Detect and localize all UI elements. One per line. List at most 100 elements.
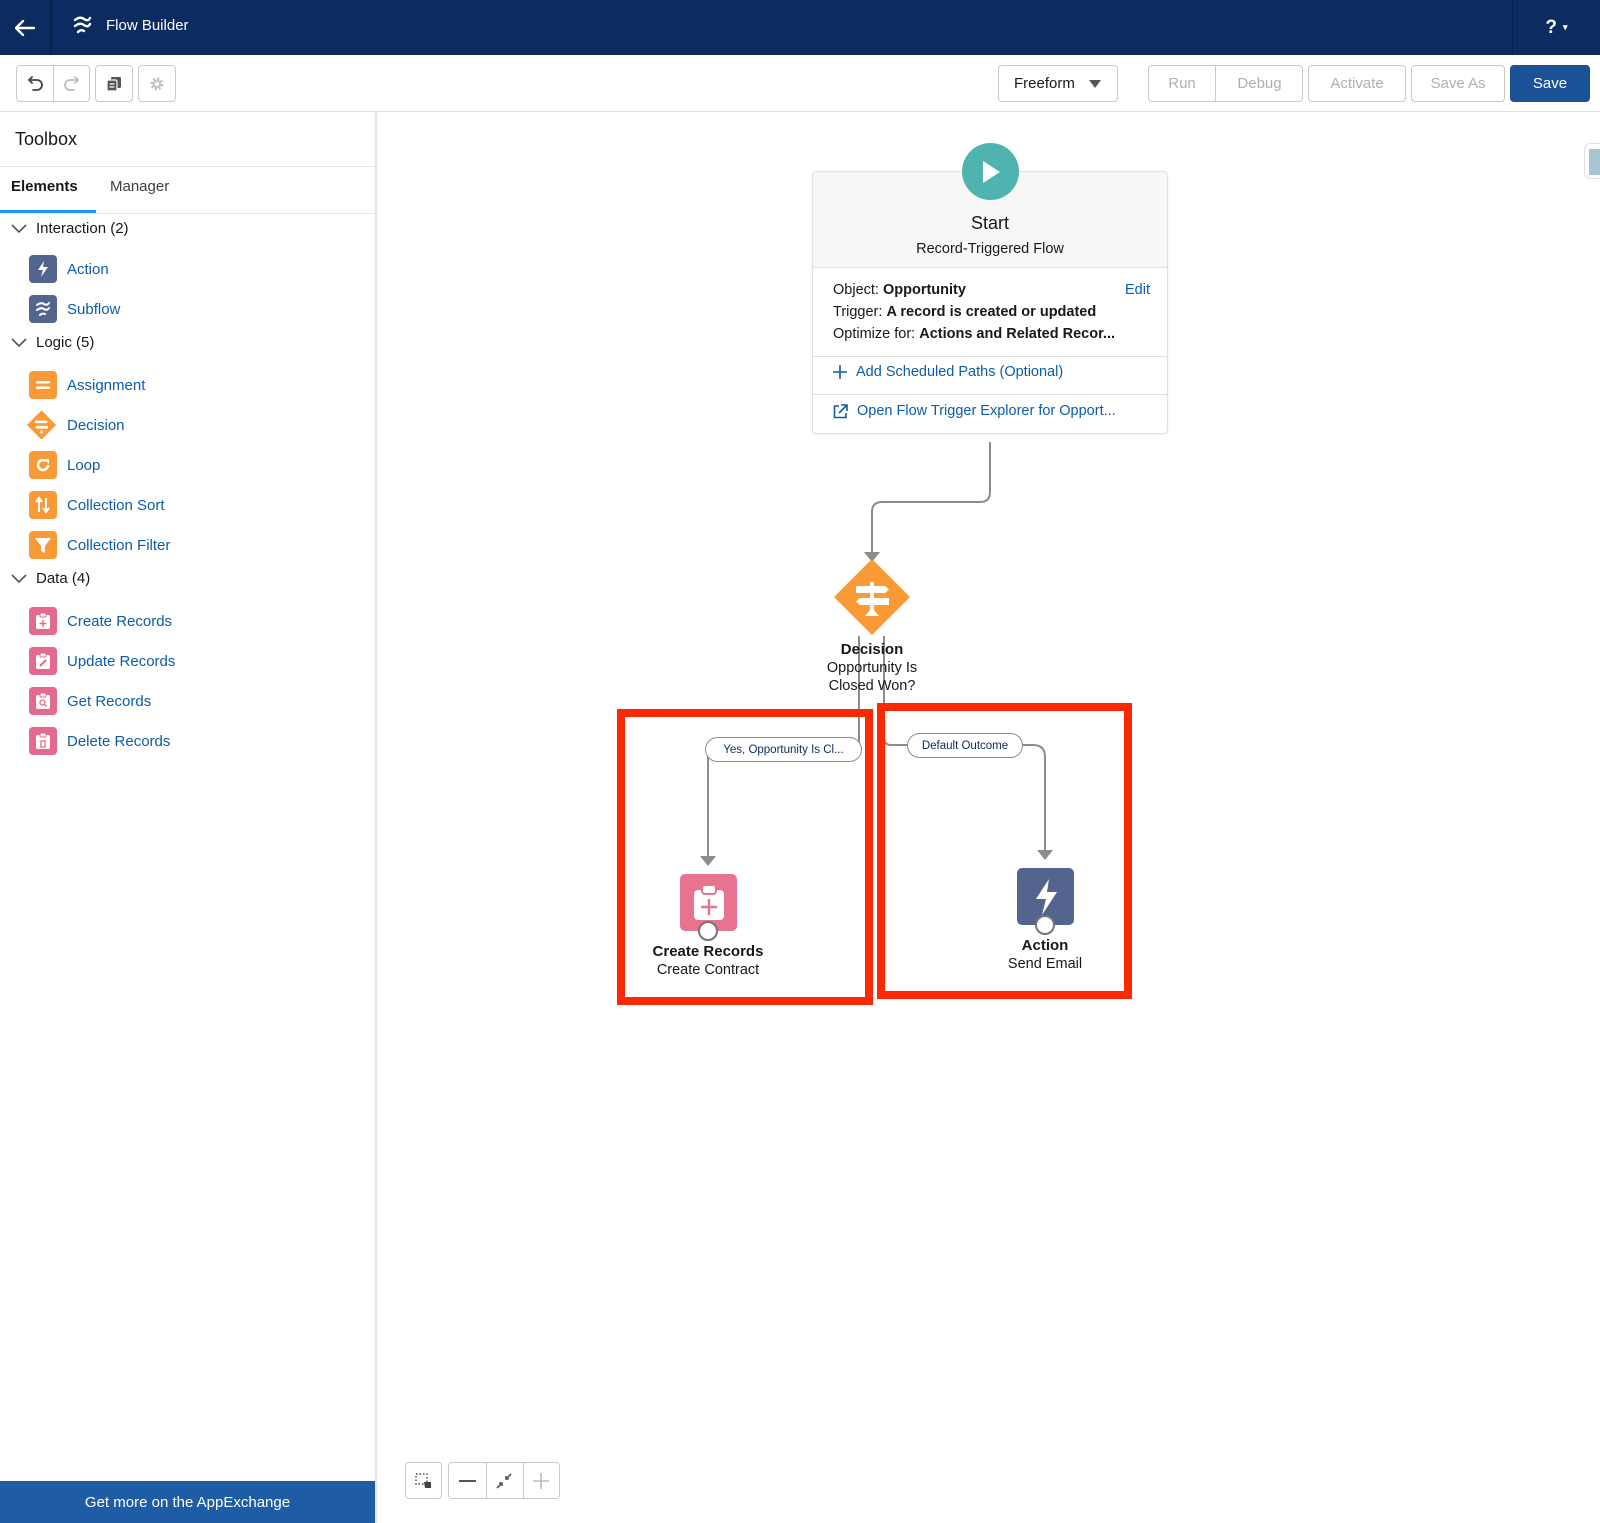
decision-node[interactable]	[833, 558, 911, 636]
layout-select[interactable]: Freeform	[998, 65, 1118, 102]
node-connector-handle[interactable]	[1035, 915, 1055, 935]
action-node-label: Action Send Email	[1007, 937, 1083, 972]
external-link-icon	[833, 403, 848, 418]
chevron-down-icon	[11, 337, 27, 347]
toolbox-item-update-records[interactable]: Update Records	[29, 647, 175, 675]
toolbox-panel: Toolbox Elements Manager Interaction (2)…	[0, 112, 377, 1523]
open-trigger-explorer-link[interactable]: Open Flow Trigger Explorer for Opport...	[833, 403, 1116, 419]
node-connector-handle[interactable]	[698, 921, 718, 941]
outcome-label-yes[interactable]: Yes, Opportunity Is Cl...	[705, 737, 862, 762]
signpost-icon	[26, 410, 57, 440]
divider	[0, 213, 375, 214]
copy-icon	[106, 76, 121, 92]
toolbox-title: Toolbox	[15, 129, 78, 149]
toolbox-item-label: Assignment	[67, 376, 146, 394]
save-button[interactable]: Save	[1510, 65, 1590, 102]
toolbox-item-create-records[interactable]: Create Records	[29, 607, 172, 635]
undo-redo-group	[16, 65, 90, 102]
record-create-icon	[29, 607, 57, 635]
loop-icon	[29, 451, 57, 479]
divider	[0, 166, 375, 167]
help-icon: ?	[1545, 16, 1558, 38]
run-button[interactable]: Run	[1149, 75, 1215, 92]
start-subtitle: Record-Triggered Flow	[916, 241, 1064, 257]
redo-icon[interactable]	[63, 75, 80, 92]
zoom-in-icon[interactable]	[533, 1473, 549, 1489]
debug-button[interactable]: Debug	[1216, 75, 1303, 92]
filter-icon	[29, 531, 57, 559]
toolbox-item-label: Collection Filter	[67, 536, 171, 554]
fit-to-view-icon[interactable]	[496, 1473, 512, 1489]
tab-manager[interactable]: Manager	[110, 178, 169, 195]
chevron-down-icon: ▾	[1563, 22, 1568, 32]
record-delete-icon	[29, 727, 57, 755]
sort-icon	[29, 491, 57, 519]
flow-icon	[73, 16, 92, 34]
start-node-card[interactable]: Start Record-Triggered Flow Object: Oppo…	[812, 171, 1168, 434]
object-row: Object: Opportunity	[833, 282, 966, 298]
toolbox-item-label: Get Records	[67, 692, 152, 710]
create-records-label: Create Records Create Contract	[652, 943, 764, 978]
toolbox-item-collection-filter[interactable]: Collection Filter	[29, 531, 170, 559]
save-as-button[interactable]: Save As	[1411, 65, 1505, 102]
toolbox-item-assignment[interactable]: Assignment	[29, 371, 145, 399]
chevron-left-icon	[1589, 149, 1600, 175]
section-label: Data (4)	[36, 570, 91, 587]
run-debug-group: Run Debug	[1148, 65, 1303, 102]
add-scheduled-paths-link[interactable]: Add Scheduled Paths (Optional)	[833, 364, 1063, 380]
chevron-down-icon	[11, 223, 27, 233]
record-lookup-icon	[29, 687, 57, 715]
toolbox-item-label: Decision	[67, 416, 125, 434]
outcome-label-default[interactable]: Default Outcome	[907, 733, 1023, 758]
marquee-select-icon	[414, 1472, 431, 1488]
section-logic[interactable]: Logic (5)	[11, 334, 94, 351]
toolbox-item-label: Update Records	[67, 652, 176, 670]
start-title: Start	[970, 213, 1009, 233]
caret-down-icon	[1089, 79, 1101, 88]
divider	[813, 394, 1167, 395]
zoom-group	[448, 1462, 560, 1499]
section-label: Interaction (2)	[36, 220, 129, 237]
marquee-select-button[interactable]	[405, 1462, 442, 1499]
toolbox-item-label: Subflow	[67, 300, 121, 318]
appexchange-link[interactable]: Get more on the AppExchange	[0, 1481, 375, 1523]
section-data[interactable]: Data (4)	[11, 570, 90, 587]
toolbox-item-collection-sort[interactable]: Collection Sort	[29, 491, 165, 519]
toolbox-item-label: Create Records	[67, 612, 173, 630]
activate-button[interactable]: Activate	[1308, 65, 1406, 102]
toolbox-item-get-records[interactable]: Get Records	[29, 687, 151, 715]
equals-icon	[29, 371, 57, 399]
app-header: Flow Builder ? ▾	[0, 0, 1600, 55]
toolbox-item-label: Action	[67, 260, 109, 278]
edit-link[interactable]: Edit	[1125, 282, 1150, 298]
toolbox-item-label: Loop	[67, 456, 101, 474]
toolbox-item-action[interactable]: Action	[29, 255, 109, 283]
toggle-side-panel-button[interactable]	[1584, 143, 1600, 179]
section-interaction[interactable]: Interaction (2)	[11, 220, 129, 237]
chevron-down-icon	[11, 573, 27, 583]
undo-icon[interactable]	[27, 75, 44, 92]
help-menu-button[interactable]: ? ▾	[1512, 0, 1600, 55]
flow-icon	[29, 295, 57, 323]
toolbox-item-subflow[interactable]: Subflow	[29, 295, 120, 323]
record-create-icon	[693, 883, 724, 920]
tab-elements[interactable]: Elements	[11, 178, 78, 195]
plus-icon	[833, 365, 847, 379]
decision-label: Decision Opportunity Is Closed Won?	[826, 641, 918, 694]
layout-select-value: Freeform	[1014, 75, 1075, 92]
lightning-icon	[29, 255, 57, 283]
trigger-row: Trigger: A record is created or updated	[833, 304, 1097, 320]
copy-button[interactable]	[95, 65, 133, 102]
toolbox-item-decision[interactable]: Decision	[26, 410, 125, 440]
toolbox-item-loop[interactable]: Loop	[29, 451, 100, 479]
gear-icon	[150, 77, 164, 90]
toolbox-item-label: Delete Records	[67, 732, 171, 750]
divider	[813, 356, 1167, 357]
toolbox-item-label: Collection Sort	[67, 496, 165, 514]
zoom-out-icon[interactable]	[459, 1480, 476, 1483]
back-button[interactable]	[0, 0, 52, 55]
settings-button[interactable]	[138, 65, 176, 102]
play-icon	[962, 143, 1019, 200]
toolbar: Freeform Run Debug Activate Save As Save	[0, 55, 1600, 112]
toolbox-item-delete-records[interactable]: Delete Records	[29, 727, 170, 755]
